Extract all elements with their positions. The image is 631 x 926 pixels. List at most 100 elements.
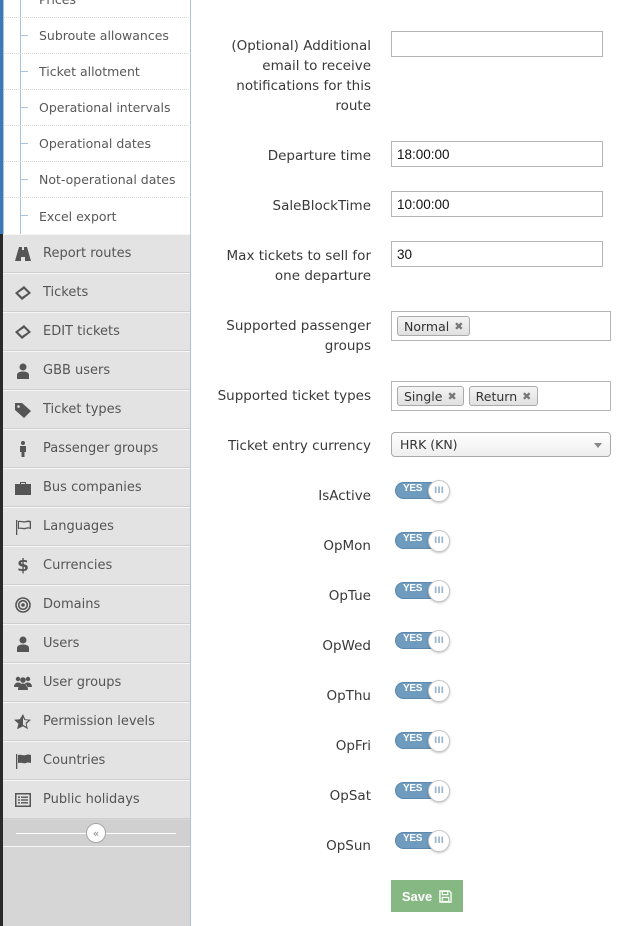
sidebar-item-label: Currencies [43,558,113,573]
sidebar: Prices Subroute allowances Ticket allotm… [0,0,191,926]
opthu-toggle[interactable]: YES III [395,680,452,702]
sidebar-item-label: Users [43,636,80,651]
flag-icon [13,752,33,770]
submenu-item-ticket-allotment[interactable]: Ticket allotment [4,54,191,90]
toggle-state: YES [403,833,423,844]
submenu-item-prices[interactable]: Prices [4,0,191,18]
ticket-types-multiselect[interactable]: Single ✖ Return ✖ [391,381,611,411]
switch-label: OpFri [335,738,371,754]
grip-icon: III [428,630,450,652]
switch-label: OpMon [323,538,371,554]
tags-icon [13,401,33,419]
sidebar-item-languages[interactable]: Languages [3,507,190,546]
flag-outline-icon [13,518,33,536]
opfri-toggle[interactable]: YES III [395,730,452,752]
sidebar-item-countries[interactable]: Countries [3,741,190,780]
road-icon [13,245,33,263]
sidebar-item-label: Permission levels [43,714,155,729]
remove-tag-icon[interactable]: ✖ [522,390,531,403]
sidebar-item-user-groups[interactable]: User groups [3,663,190,702]
currency-selected-value: HRK (KN) [400,437,458,452]
sidebar-item-gbb-users[interactable]: GBB users [3,351,190,390]
sidebar-item-bus-companies[interactable]: Bus companies [3,468,190,507]
submenu-item-label: Prices [39,0,76,7]
grip-icon: III [428,580,450,602]
grip-icon: III [428,830,450,852]
ticket-icon [13,323,33,341]
sidebar-item-users[interactable]: Users [3,624,190,663]
sidebar-collapse-button[interactable]: « [86,823,106,843]
opmon-toggle[interactable]: YES III [395,530,452,552]
sidebar-item-label: Report routes [43,246,132,261]
sidebar-item-domains[interactable]: Domains [3,585,190,624]
sidebar-item-ticket-types[interactable]: Ticket types [3,390,190,429]
sidebar-item-tickets[interactable]: Tickets [3,273,190,312]
tag-chip: Single ✖ [397,386,464,406]
group-icon [13,674,33,692]
grip-icon: III [428,730,450,752]
sidebar-item-currencies[interactable]: $ Currencies [3,546,190,585]
currency-label: Ticket entry currency [227,438,371,454]
sidebar-item-label: Tickets [43,285,89,300]
additional-email-input[interactable] [391,31,603,57]
remove-tag-icon[interactable]: ✖ [454,320,463,333]
optue-toggle[interactable]: YES III [395,580,452,602]
sidebar-item-label: Bus companies [43,480,142,495]
grip-icon: III [428,480,450,502]
male-icon [13,440,33,458]
opwed-toggle[interactable]: YES III [395,630,452,652]
submenu-item-excel-export[interactable]: Excel export [4,198,191,234]
sidebar-item-permission-levels[interactable]: Permission levels [3,702,190,741]
max-tickets-input[interactable] [391,241,603,267]
briefcase-icon [13,479,33,497]
dollar-icon: $ [17,556,29,576]
submenu-item-label: Operational intervals [39,100,171,115]
sidebar-item-label: EDIT tickets [43,324,120,339]
sidebar-item-label: User groups [43,675,122,690]
toggle-state: YES [403,683,423,694]
submenu-item-subroute-allowances[interactable]: Subroute allowances [4,18,191,54]
submenu-item-not-operational-dates[interactable]: Not-operational dates [4,162,191,198]
save-button[interactable]: Save [391,880,463,912]
sidebar-item-report-routes[interactable]: Report routes [3,234,190,273]
route-submenu: Prices Subroute allowances Ticket allotm… [3,0,191,234]
toggle-state: YES [403,783,423,794]
sidebar-item-edit-tickets[interactable]: EDIT tickets [3,312,190,351]
isactive-toggle[interactable]: YES III [395,480,452,502]
sidebar-item-public-holidays[interactable]: Public holidays [3,780,190,819]
sale-block-time-input[interactable] [391,191,603,217]
tag-label: Normal [404,318,450,334]
opsat-toggle[interactable]: YES III [395,780,452,802]
toggle-state: YES [403,733,423,744]
tag-chip: Normal ✖ [397,316,471,336]
route-edit-form: route (Optional) Additional email to rec… [192,0,631,926]
sidebar-item-label: Languages [43,519,114,534]
toggle-state: YES [403,483,423,494]
field-label: route [201,0,371,6]
remove-tag-icon[interactable]: ✖ [447,390,456,403]
passenger-groups-multiselect[interactable]: Normal ✖ [391,311,611,341]
grip-icon: III [428,680,450,702]
switch-label: OpWed [322,638,371,654]
departure-time-input[interactable] [391,141,603,167]
sidebar-collapse-bar: « [3,820,190,847]
submenu-item-operational-dates[interactable]: Operational dates [4,126,191,162]
tag-label: Return [475,388,518,404]
sidebar-item-passenger-groups[interactable]: Passenger groups [3,429,190,468]
sidebar-item-label: Public holidays [43,792,140,807]
submenu-item-operational-intervals[interactable]: Operational intervals [4,90,191,126]
sidebar-item-label: Ticket types [43,402,122,417]
toggle-state: YES [403,533,423,544]
save-button-label: Save [401,888,433,904]
switch-label: OpTue [328,588,371,604]
submenu-item-label: Operational dates [39,136,152,151]
submenu-item-label: Ticket allotment [39,64,140,79]
switch-label: IsActive [318,488,371,504]
toggle-state: YES [403,633,423,644]
tag-chip: Return ✖ [468,386,539,406]
user-md-icon [13,635,33,653]
floppy-disk-icon [439,889,452,903]
ticket-types-label: Supported ticket types [217,388,371,404]
opsun-toggle[interactable]: YES III [395,830,452,852]
currency-select[interactable]: HRK (KN) [391,432,611,457]
